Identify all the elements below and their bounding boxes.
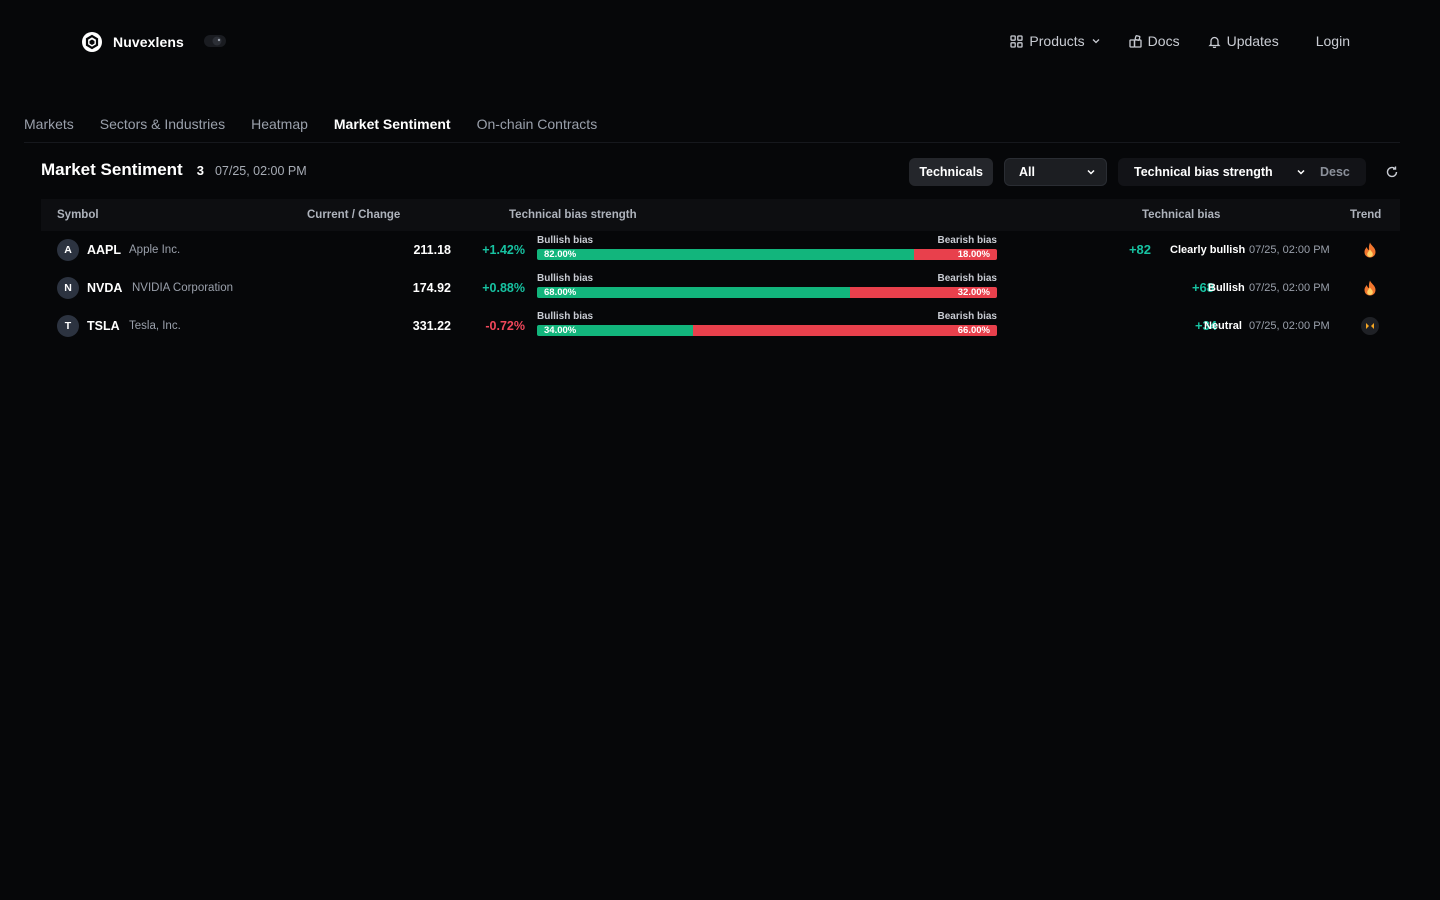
sort-direction-button[interactable]: Desc xyxy=(1320,165,1350,179)
ticker-symbol[interactable]: TSLA xyxy=(87,319,120,333)
result-count: 3 xyxy=(196,163,204,178)
current-price: 331.22 xyxy=(412,319,451,333)
sort-group: Technical bias strength Desc xyxy=(1118,158,1366,186)
trend-indicator xyxy=(1361,317,1379,335)
price-change: +0.88% xyxy=(482,281,525,295)
nav-links: Products Docs Updates Login xyxy=(1010,33,1350,49)
nav-updates-label: Updates xyxy=(1226,33,1279,49)
avatar: A xyxy=(57,239,79,261)
trend-indicator xyxy=(1361,279,1379,297)
nav-login-label: Login xyxy=(1315,33,1350,49)
current-price: 211.18 xyxy=(413,243,451,257)
filter-select-value: All xyxy=(1019,165,1035,179)
company-name: NVIDIA Corporation xyxy=(132,282,233,294)
bearish-fill xyxy=(693,325,997,336)
column-bias[interactable]: Technical bias xyxy=(1142,209,1220,221)
tab-sectors-industries[interactable]: Sectors & Industries xyxy=(100,116,225,132)
section-header: Market Sentiment 3 07/25, 02:00 PM xyxy=(41,160,307,180)
bias-score: +82 xyxy=(1128,242,1151,257)
bias-strength-bar: Bullish bias Bearish bias 68.00% 32.00% xyxy=(537,273,997,298)
bias-timestamp: 07/25, 02:00 PM xyxy=(1249,244,1330,256)
nav-products[interactable]: Products xyxy=(1010,33,1100,49)
table-row[interactable]: N NVDA NVIDIA Corporation 174.92 +0.88% … xyxy=(41,269,1400,307)
theme-toggle-icon xyxy=(204,35,226,47)
bell-icon xyxy=(1208,36,1221,48)
column-symbol[interactable]: Symbol xyxy=(57,209,99,221)
bearish-percent: 66.00% xyxy=(957,325,990,336)
table-row[interactable]: A AAPL Apple Inc. 211.18 +1.42% Bullish … xyxy=(41,231,1400,269)
docs-icon xyxy=(1129,34,1142,48)
bias-label: Neutral xyxy=(1204,320,1242,332)
nav-docs-label: Docs xyxy=(1147,33,1180,49)
price-change: -0.72% xyxy=(485,319,525,333)
bias-timestamp: 07/25, 02:00 PM xyxy=(1249,320,1330,332)
top-navigation: Nuvexlens Products Docs Updates Login xyxy=(0,0,1440,84)
tab-markets[interactable]: Markets xyxy=(24,116,74,132)
bearish-bias-label: Bearish bias xyxy=(937,273,997,284)
nuvexlens-logo-icon xyxy=(82,32,102,52)
nav-docs[interactable]: Docs xyxy=(1129,33,1180,49)
section-tabs: Markets Sectors & Industries Heatmap Mar… xyxy=(24,116,597,132)
nav-login[interactable]: Login xyxy=(1316,33,1350,49)
company-name: Tesla, Inc. xyxy=(129,320,181,332)
bullish-fill xyxy=(537,287,850,298)
bullish-bias-label: Bullish bias xyxy=(537,273,594,284)
update-timestamp: 07/25, 02:00 PM xyxy=(214,164,307,178)
tabs-divider xyxy=(24,142,1400,143)
bearish-percent: 32.00% xyxy=(957,287,990,298)
bearish-percent: 18.00% xyxy=(957,249,990,260)
tab-heatmap[interactable]: Heatmap xyxy=(251,116,308,132)
bullish-percent: 34.00% xyxy=(544,325,577,336)
filter-select[interactable]: All xyxy=(1004,158,1107,186)
table-row[interactable]: T TSLA Tesla, Inc. 331.22 -0.72% Bullish… xyxy=(41,307,1400,345)
bias-strength-bar: Bullish bias Bearish bias 34.00% 66.00% xyxy=(537,311,997,336)
tab-market-sentiment[interactable]: Market Sentiment xyxy=(334,116,451,132)
chevron-down-icon xyxy=(1297,169,1305,175)
theme-toggle[interactable] xyxy=(203,34,227,48)
column-bias-strength[interactable]: Technical bias strength xyxy=(509,209,637,221)
bias-label: Bullish xyxy=(1208,282,1245,294)
technicals-button[interactable]: Technicals xyxy=(909,158,993,186)
column-current-change[interactable]: Current / Change xyxy=(307,209,400,221)
toolbar: Technicals All Technical bias strength D… xyxy=(909,158,1400,186)
sort-select-value: Technical bias strength xyxy=(1134,165,1273,179)
bullish-percent: 82.00% xyxy=(544,249,577,260)
grid-icon xyxy=(1010,34,1024,48)
fire-icon xyxy=(1364,280,1376,296)
bias-strength-bar: Bullish bias Bearish bias 82.00% 18.00% xyxy=(537,235,997,260)
tab-onchain-contracts[interactable]: On-chain Contracts xyxy=(477,116,598,132)
bullish-fill xyxy=(537,249,915,260)
sort-select[interactable]: Technical bias strength xyxy=(1118,165,1314,179)
nav-products-label: Products xyxy=(1029,33,1085,49)
ticker-symbol[interactable]: AAPL xyxy=(87,243,121,257)
fire-icon xyxy=(1364,242,1376,258)
page-title: Market Sentiment xyxy=(41,160,183,179)
bullish-bias-label: Bullish bias xyxy=(537,235,594,246)
avatar: T xyxy=(57,315,79,337)
refresh-button[interactable] xyxy=(1384,164,1400,180)
chevron-down-icon xyxy=(1092,39,1100,44)
nav-updates[interactable]: Updates xyxy=(1208,33,1279,49)
company-name: Apple Inc. xyxy=(129,244,181,256)
current-price: 174.92 xyxy=(412,281,451,295)
trend-indicator xyxy=(1361,241,1379,259)
chevron-down-icon xyxy=(1087,169,1095,175)
brand-logo[interactable]: Nuvexlens xyxy=(81,31,184,53)
bullish-bias-label: Bullish bias xyxy=(537,311,594,322)
avatar: N xyxy=(57,277,79,299)
ticker-symbol[interactable]: NVDA xyxy=(87,281,122,295)
bearish-bias-label: Bearish bias xyxy=(937,235,997,246)
sentiment-table: Symbol Current / Change Technical bias s… xyxy=(41,199,1400,345)
neutral-arrows-icon xyxy=(1366,323,1374,329)
price-change: +1.42% xyxy=(482,243,525,257)
bias-label: Clearly bullish xyxy=(1170,244,1246,256)
refresh-icon xyxy=(1386,166,1398,178)
bullish-percent: 68.00% xyxy=(544,287,577,298)
bearish-bias-label: Bearish bias xyxy=(937,311,997,322)
bias-timestamp: 07/25, 02:00 PM xyxy=(1249,282,1330,294)
table-header: Symbol Current / Change Technical bias s… xyxy=(41,199,1400,231)
brand-name: Nuvexlens xyxy=(113,34,184,50)
column-trend[interactable]: Trend xyxy=(1350,209,1381,221)
